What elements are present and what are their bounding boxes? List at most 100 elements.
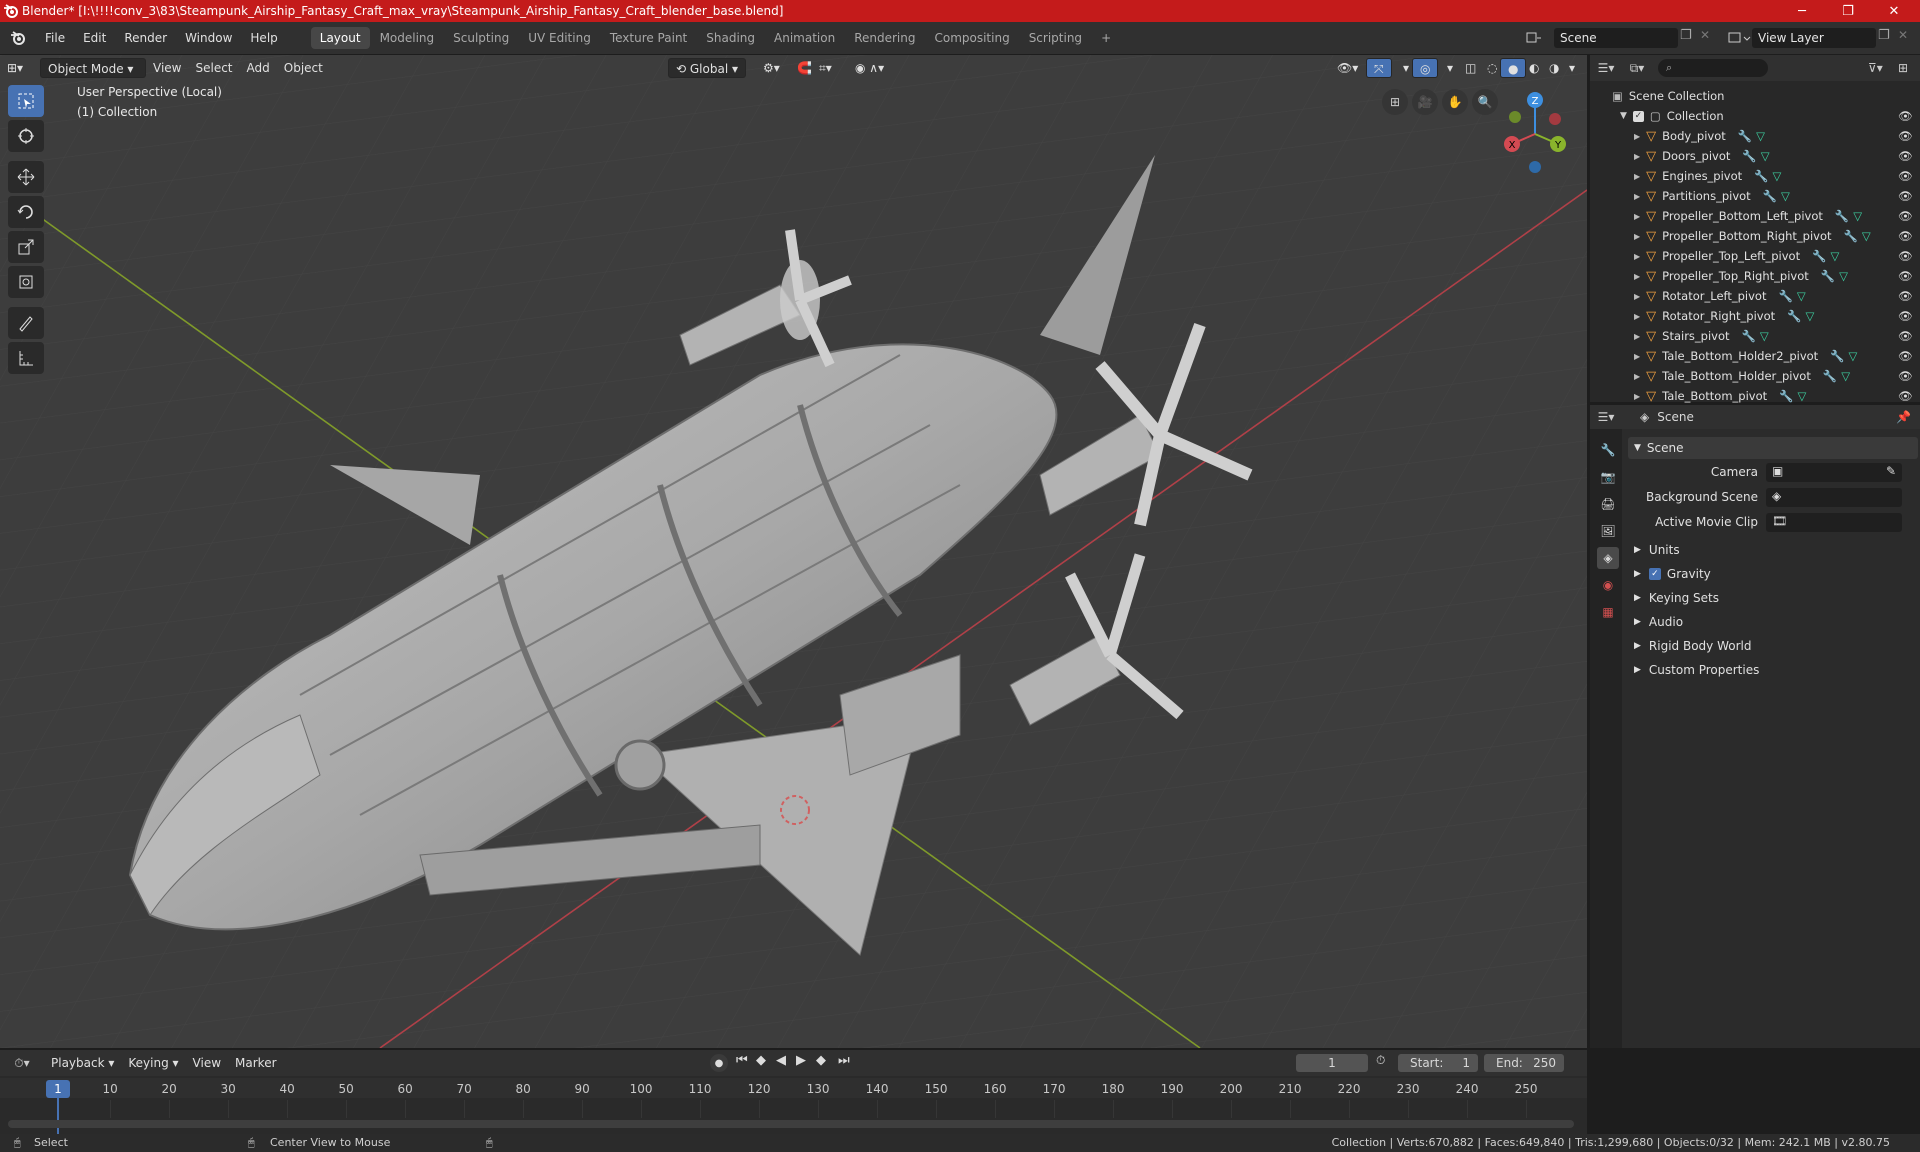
expand-arrow-icon[interactable]: ▶ bbox=[1634, 312, 1640, 321]
menu-help[interactable]: Help bbox=[241, 26, 286, 50]
mesh-data-icon[interactable]: ▽ bbox=[1849, 349, 1858, 363]
timeline-view-menu[interactable]: View bbox=[186, 1053, 228, 1073]
gizmo-neg-x-axis[interactable] bbox=[1549, 113, 1561, 125]
expand-arrow-icon[interactable]: ▶ bbox=[1634, 232, 1640, 241]
mesh-data-icon[interactable]: ▽ bbox=[1781, 189, 1790, 203]
close-button[interactable]: ✕ bbox=[1872, 0, 1916, 22]
properties-section-header[interactable]: ▶ Units bbox=[1628, 539, 1918, 561]
expand-arrow-icon[interactable]: ▶ bbox=[1634, 132, 1640, 141]
maximize-button[interactable]: ❐ bbox=[1826, 0, 1870, 22]
modifier-wrench-icon[interactable]: 🔧 bbox=[1738, 129, 1752, 143]
visibility-eye-icon[interactable]: 👁 bbox=[1898, 349, 1913, 363]
active-movie-clip-field[interactable]: 🎞 bbox=[1766, 513, 1902, 532]
expand-arrow-icon[interactable]: ▶ bbox=[1634, 252, 1640, 261]
3d-viewport[interactable]: ⊞▾ Object Mode ▾ View Select Add Object … bbox=[0, 55, 1587, 1048]
modifier-wrench-icon[interactable]: 🔧 bbox=[1779, 389, 1793, 403]
visibility-eye-icon[interactable]: 👁 bbox=[1898, 369, 1913, 383]
mesh-data-icon[interactable]: ▽ bbox=[1797, 289, 1806, 303]
camera-field[interactable]: ▣ ✎ bbox=[1766, 463, 1902, 482]
visibility-eye-icon[interactable]: 👁 bbox=[1898, 149, 1913, 163]
shading-dropdown-icon[interactable]: ▾ bbox=[1562, 58, 1582, 78]
tab-tool-icon[interactable]: 🔧 bbox=[1597, 439, 1619, 461]
visibility-eye-icon[interactable]: 👁 bbox=[1898, 389, 1913, 403]
collection-row[interactable]: ▼ ✓ ▢ Collection 👁 bbox=[1590, 106, 1920, 126]
record-keyframe-icon[interactable]: ● bbox=[710, 1054, 728, 1072]
outliner-item[interactable]: ▶ ▽ Tale_Bottom_pivot 🔧 ▽ 👁 bbox=[1590, 386, 1920, 406]
outliner-search-input[interactable]: ⌕ bbox=[1658, 59, 1768, 77]
expand-arrow-icon[interactable]: ▶ bbox=[1634, 292, 1640, 301]
scene-panel-header[interactable]: ▼ Scene bbox=[1628, 437, 1918, 459]
visibility-eye-icon[interactable]: 👁 bbox=[1898, 129, 1913, 143]
keying-menu[interactable]: Keying ▾ bbox=[121, 1053, 185, 1073]
properties-section-header[interactable]: ▶ Keying Sets bbox=[1628, 587, 1918, 609]
outliner-item[interactable]: ▶ ▽ Propeller_Top_Right_pivot 🔧 ▽ 👁 bbox=[1590, 266, 1920, 286]
new-view-layer-icon[interactable]: ❐ bbox=[1878, 28, 1890, 43]
gizmo-neg-y-axis[interactable] bbox=[1509, 111, 1521, 123]
outliner-item[interactable]: ▶ ▽ Tale_Bottom_Holder2_pivot 🔧 ▽ 👁 bbox=[1590, 346, 1920, 366]
menu-render[interactable]: Render bbox=[115, 26, 176, 50]
tab-animation[interactable]: Animation bbox=[765, 27, 844, 49]
visibility-eye-icon[interactable]: 👁 bbox=[1898, 169, 1913, 183]
visibility-eye-icon[interactable]: 👁 bbox=[1898, 229, 1913, 243]
outliner-item[interactable]: ▶ ▽ Propeller_Bottom_Right_pivot 🔧 ▽ 👁 bbox=[1590, 226, 1920, 246]
select-box-tool-icon[interactable] bbox=[8, 85, 44, 117]
modifier-wrench-icon[interactable]: 🔧 bbox=[1844, 229, 1858, 243]
proportional-edit-icon[interactable]: ◉ ∧▾ bbox=[848, 58, 891, 78]
tab-texture-icon[interactable]: ▦ bbox=[1597, 601, 1619, 623]
expand-arrow-icon[interactable]: ▶ bbox=[1634, 352, 1640, 361]
view-layer-field[interactable]: View Layer bbox=[1752, 28, 1876, 48]
expand-arrow-icon[interactable]: ▶ bbox=[1634, 372, 1640, 381]
tab-compositing[interactable]: Compositing bbox=[925, 27, 1018, 49]
add-workspace-icon[interactable]: + bbox=[1092, 27, 1120, 49]
mesh-data-icon[interactable]: ▽ bbox=[1756, 129, 1765, 143]
visibility-eye-icon[interactable]: 👁 bbox=[1898, 209, 1913, 223]
preview-range-icon[interactable]: ⏱ bbox=[1376, 1053, 1385, 1068]
object-mode-dropdown[interactable]: Object Mode ▾ bbox=[40, 58, 146, 78]
current-frame-field[interactable]: 1 bbox=[1296, 1054, 1368, 1072]
new-collection-icon[interactable]: ⊞ bbox=[1898, 61, 1908, 75]
viewport-scene[interactable] bbox=[0, 55, 1587, 1048]
tab-texture-paint[interactable]: Texture Paint bbox=[601, 27, 696, 49]
properties-section-header[interactable]: ▶ Audio bbox=[1628, 611, 1918, 633]
expand-arrow-icon[interactable]: ▶ bbox=[1634, 272, 1640, 281]
visibility-eye-icon[interactable]: 👁 bbox=[1898, 189, 1913, 203]
modifier-wrench-icon[interactable]: 🔧 bbox=[1763, 189, 1777, 203]
minimize-button[interactable]: ─ bbox=[1780, 0, 1824, 22]
jump-start-icon[interactable]: ⏮ bbox=[736, 1053, 748, 1068]
marker-menu[interactable]: Marker bbox=[228, 1053, 283, 1073]
properties-section-header[interactable]: ▶ ✓ Gravity bbox=[1628, 563, 1918, 585]
transform-tool-icon[interactable] bbox=[8, 266, 44, 298]
view-layer-icon[interactable] bbox=[1726, 28, 1752, 48]
properties-editor-type-icon[interactable]: ☰▾ bbox=[1590, 410, 1622, 424]
modifier-wrench-icon[interactable]: 🔧 bbox=[1830, 349, 1844, 363]
modifier-wrench-icon[interactable]: 🔧 bbox=[1754, 169, 1768, 183]
expand-arrow-icon[interactable]: ▶ bbox=[1634, 392, 1640, 401]
pivot-point-icon[interactable]: ⚙▾ bbox=[756, 58, 787, 78]
expand-arrow-icon[interactable]: ▶ bbox=[1634, 152, 1640, 161]
background-scene-field[interactable]: ◈ bbox=[1766, 488, 1902, 507]
visibility-eye-icon[interactable]: 👁 bbox=[1898, 289, 1913, 303]
gizmo-neg-z-axis[interactable] bbox=[1529, 161, 1541, 173]
tab-rendering[interactable]: Rendering bbox=[845, 27, 924, 49]
mesh-data-icon[interactable]: ▽ bbox=[1839, 269, 1848, 283]
properties-section-header[interactable]: ▶ Custom Properties bbox=[1628, 659, 1918, 681]
tab-scene-icon[interactable]: ◈ bbox=[1597, 547, 1619, 569]
expand-arrow-icon[interactable]: ▶ bbox=[1634, 172, 1640, 181]
toggle-camera-view-icon[interactable]: ⊞ bbox=[1382, 89, 1408, 115]
modifier-wrench-icon[interactable]: 🔧 bbox=[1823, 369, 1837, 383]
new-scene-icon[interactable]: ❐ bbox=[1680, 28, 1692, 43]
mesh-data-icon[interactable]: ▽ bbox=[1761, 149, 1770, 163]
outliner-item[interactable]: ▶ ▽ Partitions_pivot 🔧 ▽ 👁 bbox=[1590, 186, 1920, 206]
snap-target-icon[interactable]: ⌗▾ bbox=[812, 58, 839, 78]
delete-view-layer-icon[interactable]: ✕ bbox=[1898, 28, 1908, 42]
tab-uv-editing[interactable]: UV Editing bbox=[519, 27, 600, 49]
filter-icon[interactable]: ⊽▾ bbox=[1868, 61, 1883, 75]
modifier-wrench-icon[interactable]: 🔧 bbox=[1778, 289, 1792, 303]
display-mode-icon[interactable]: ⧉▾ bbox=[1622, 61, 1652, 76]
jump-end-icon[interactable]: ⏭ bbox=[838, 1053, 850, 1068]
expand-arrow-icon[interactable]: ▶ bbox=[1634, 212, 1640, 221]
rotate-tool-icon[interactable] bbox=[8, 196, 44, 228]
scene-field[interactable]: Scene bbox=[1554, 28, 1678, 48]
collection-checkbox[interactable]: ✓ bbox=[1632, 110, 1644, 122]
prev-keyframe-icon[interactable]: ◆ bbox=[756, 1053, 766, 1068]
